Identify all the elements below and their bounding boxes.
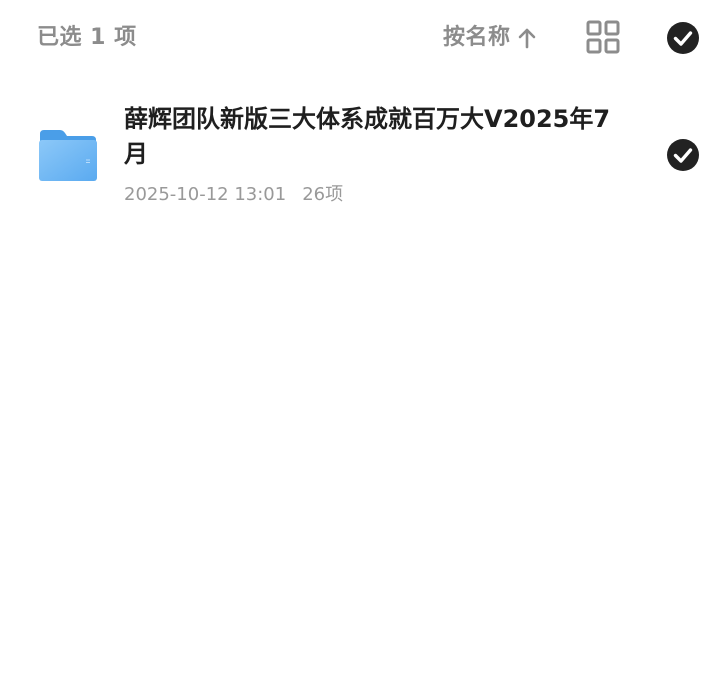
sort-label: 按名称 <box>443 25 511 50</box>
item-meta: 2025-10-12 13:01 26项 <box>124 182 343 208</box>
list-item[interactable]: 薛辉团队新版三大体系成就百万大V2025年7月 2025-10-12 13:01… <box>0 90 714 220</box>
select-all-check-icon[interactable] <box>666 21 700 55</box>
selection-header: 已选 1 项 按名称 <box>0 0 714 76</box>
item-count: 26项 <box>302 184 344 205</box>
file-list: 薛辉团队新版三大体系成就百万大V2025年7月 2025-10-12 13:01… <box>0 90 714 220</box>
grid-view-icon[interactable] <box>586 20 620 54</box>
sort-by-name-button[interactable]: 按名称 <box>443 22 537 54</box>
item-name: 薛辉团队新版三大体系成就百万大V2025年7月 <box>124 105 611 168</box>
arrow-up-icon <box>518 28 535 49</box>
folder-icon <box>39 130 97 181</box>
item-date: 2025-10-12 13:01 <box>124 184 287 205</box>
check-circle-icon[interactable] <box>666 138 700 172</box>
selected-count-label: 已选 1 项 <box>37 25 137 50</box>
